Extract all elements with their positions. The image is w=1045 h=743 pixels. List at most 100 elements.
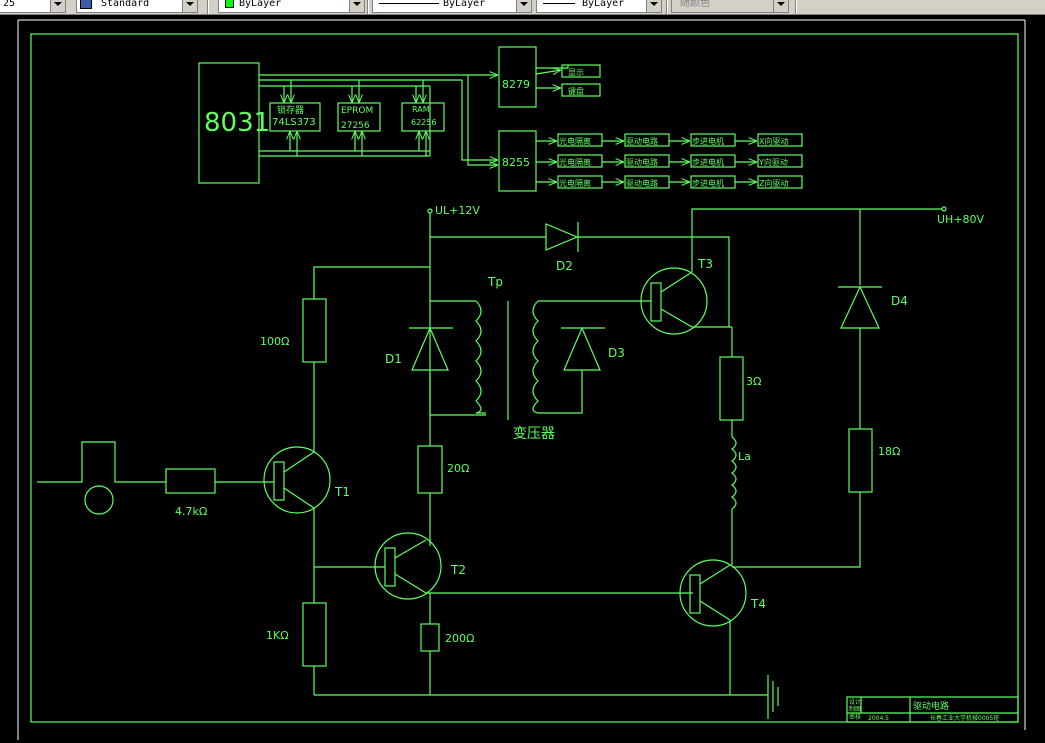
- t3-collector: [660, 271, 693, 293]
- drawing-frame: [30, 33, 1019, 723]
- tp-label: Tp: [487, 275, 503, 289]
- ul-supply-label: UL+12V: [435, 204, 480, 217]
- dimstyle-value: 25: [3, 0, 16, 9]
- resistor-20: [417, 445, 443, 494]
- wire: [578, 236, 730, 327]
- title-row-1: 设计: [849, 698, 861, 706]
- motor-label: 步进电机: [692, 178, 724, 188]
- diode-d3: [563, 326, 601, 371]
- linetype-value: ByLayer: [443, 0, 486, 9]
- dimstyle-dropdown[interactable]: 25: [0, 0, 66, 13]
- t2-label: T2: [450, 563, 466, 577]
- t1-collector: [283, 451, 315, 473]
- color-value: ByLayer: [239, 0, 282, 9]
- chevron-down-icon[interactable]: [773, 0, 788, 12]
- d1-label: D1: [385, 352, 402, 366]
- r-18-label: 18Ω: [878, 445, 900, 458]
- wire: [732, 492, 861, 568]
- d2-label: D2: [556, 259, 573, 273]
- t4-base: [689, 574, 701, 614]
- drawing-name: 驱动电路: [913, 700, 949, 712]
- plotstyle-dropdown[interactable]: 随颜色: [671, 0, 789, 13]
- latch-part: 74LS373: [272, 117, 316, 128]
- t3-base: [650, 282, 662, 322]
- lineweight-value: ByLayer: [582, 0, 625, 9]
- lineweight-dropdown[interactable]: ByLayer: [536, 0, 662, 13]
- chevron-down-icon[interactable]: [182, 0, 197, 12]
- wire: [313, 266, 430, 299]
- t4-label: T4: [750, 597, 766, 611]
- uh-terminal: [941, 206, 947, 212]
- title-row-2: 制图: [849, 705, 861, 713]
- chevron-down-icon[interactable]: [646, 0, 661, 12]
- text-style-icon: [80, 0, 92, 9]
- inductor-la: [731, 436, 737, 510]
- driver-label: 驱动电路: [626, 157, 658, 167]
- chevron-down-icon[interactable]: [516, 0, 531, 12]
- r-1k-label: 1KΩ: [266, 629, 289, 642]
- chevron-down-icon[interactable]: [50, 0, 65, 12]
- isolation-label: 光电隔离: [559, 178, 591, 188]
- input-pulse-wire: [37, 441, 166, 483]
- t4-collector: [699, 564, 731, 585]
- layer-color-swatch: [225, 0, 234, 8]
- wire: [538, 370, 583, 414]
- display-label: 显示: [568, 68, 584, 77]
- r-20-label: 20Ω: [447, 462, 469, 475]
- t3-label: T3: [697, 257, 713, 271]
- chevron-down-icon[interactable]: [349, 0, 364, 12]
- resistor-4k7: [165, 468, 216, 494]
- diode-d2: [545, 223, 579, 251]
- resistor-18: [848, 428, 873, 493]
- t2-emitter: [394, 573, 427, 594]
- transformer-label: 变压器: [513, 426, 555, 442]
- 8279-block: [498, 46, 537, 108]
- textstyle-value: Standard: [101, 0, 150, 9]
- latch-label: 锁存器: [277, 104, 304, 116]
- bus-arrow: [535, 70, 561, 74]
- eprom-part: 27256: [341, 121, 370, 131]
- resistor-200: [420, 623, 440, 652]
- ul-terminal: [427, 208, 433, 214]
- r-200-label: 200Ω: [445, 632, 474, 645]
- linetype-dropdown[interactable]: ByLayer: [372, 0, 532, 13]
- resistor-100: [302, 298, 327, 363]
- d4-label: D4: [891, 294, 908, 308]
- t1-label: T1: [334, 485, 350, 499]
- ram-label: RAM: [412, 105, 430, 114]
- transformer-primary: [475, 300, 486, 414]
- title-school: 长春工业大学机械0005班: [930, 714, 999, 722]
- inductor-label: La: [738, 450, 751, 463]
- resistor-3: [719, 356, 744, 421]
- isolation-label: 光电隔离: [559, 136, 591, 146]
- properties-toolbar: 25 Standard ByLayer ByLayer ByLayer 随颜色: [0, 0, 1045, 15]
- r-3-label: 3Ω: [746, 375, 761, 388]
- driver-label: 驱动电路: [626, 178, 658, 188]
- t1-emitter: [283, 487, 315, 509]
- cpu-label: 8031: [204, 108, 270, 138]
- input-terminal: [84, 485, 114, 515]
- eprom-label: EPROM: [341, 106, 373, 116]
- toolbar-separator: [666, 0, 668, 14]
- r-100-label: 100Ω: [260, 335, 289, 348]
- toolbar-separator: [367, 0, 369, 14]
- plotstyle-value: 随颜色: [680, 0, 710, 9]
- t2-collector: [394, 539, 427, 559]
- drawing-canvas[interactable]: 8031 锁存器 74LS373 EPROM 27256 RAM 62256 8…: [0, 15, 1045, 743]
- axis-label: X向驱动: [759, 136, 788, 146]
- wire: [429, 370, 486, 416]
- uh-supply-label: UH+80V: [937, 213, 985, 226]
- color-dropdown[interactable]: ByLayer: [218, 0, 365, 13]
- axis-label: Z向驱动: [759, 178, 788, 188]
- transformer-secondary: [532, 300, 539, 414]
- t1-base: [273, 461, 285, 501]
- resistor-1k: [302, 602, 327, 667]
- textstyle-dropdown[interactable]: Standard: [76, 0, 198, 13]
- isolation-label: 光电隔离: [559, 157, 591, 167]
- t2-base: [384, 547, 396, 587]
- t3-emitter: [660, 308, 693, 328]
- driver-label: 驱动电路: [626, 136, 658, 146]
- lineweight-sample: [543, 3, 575, 4]
- ram-part: 62256: [411, 118, 436, 127]
- 8279-label: 8279: [502, 78, 530, 91]
